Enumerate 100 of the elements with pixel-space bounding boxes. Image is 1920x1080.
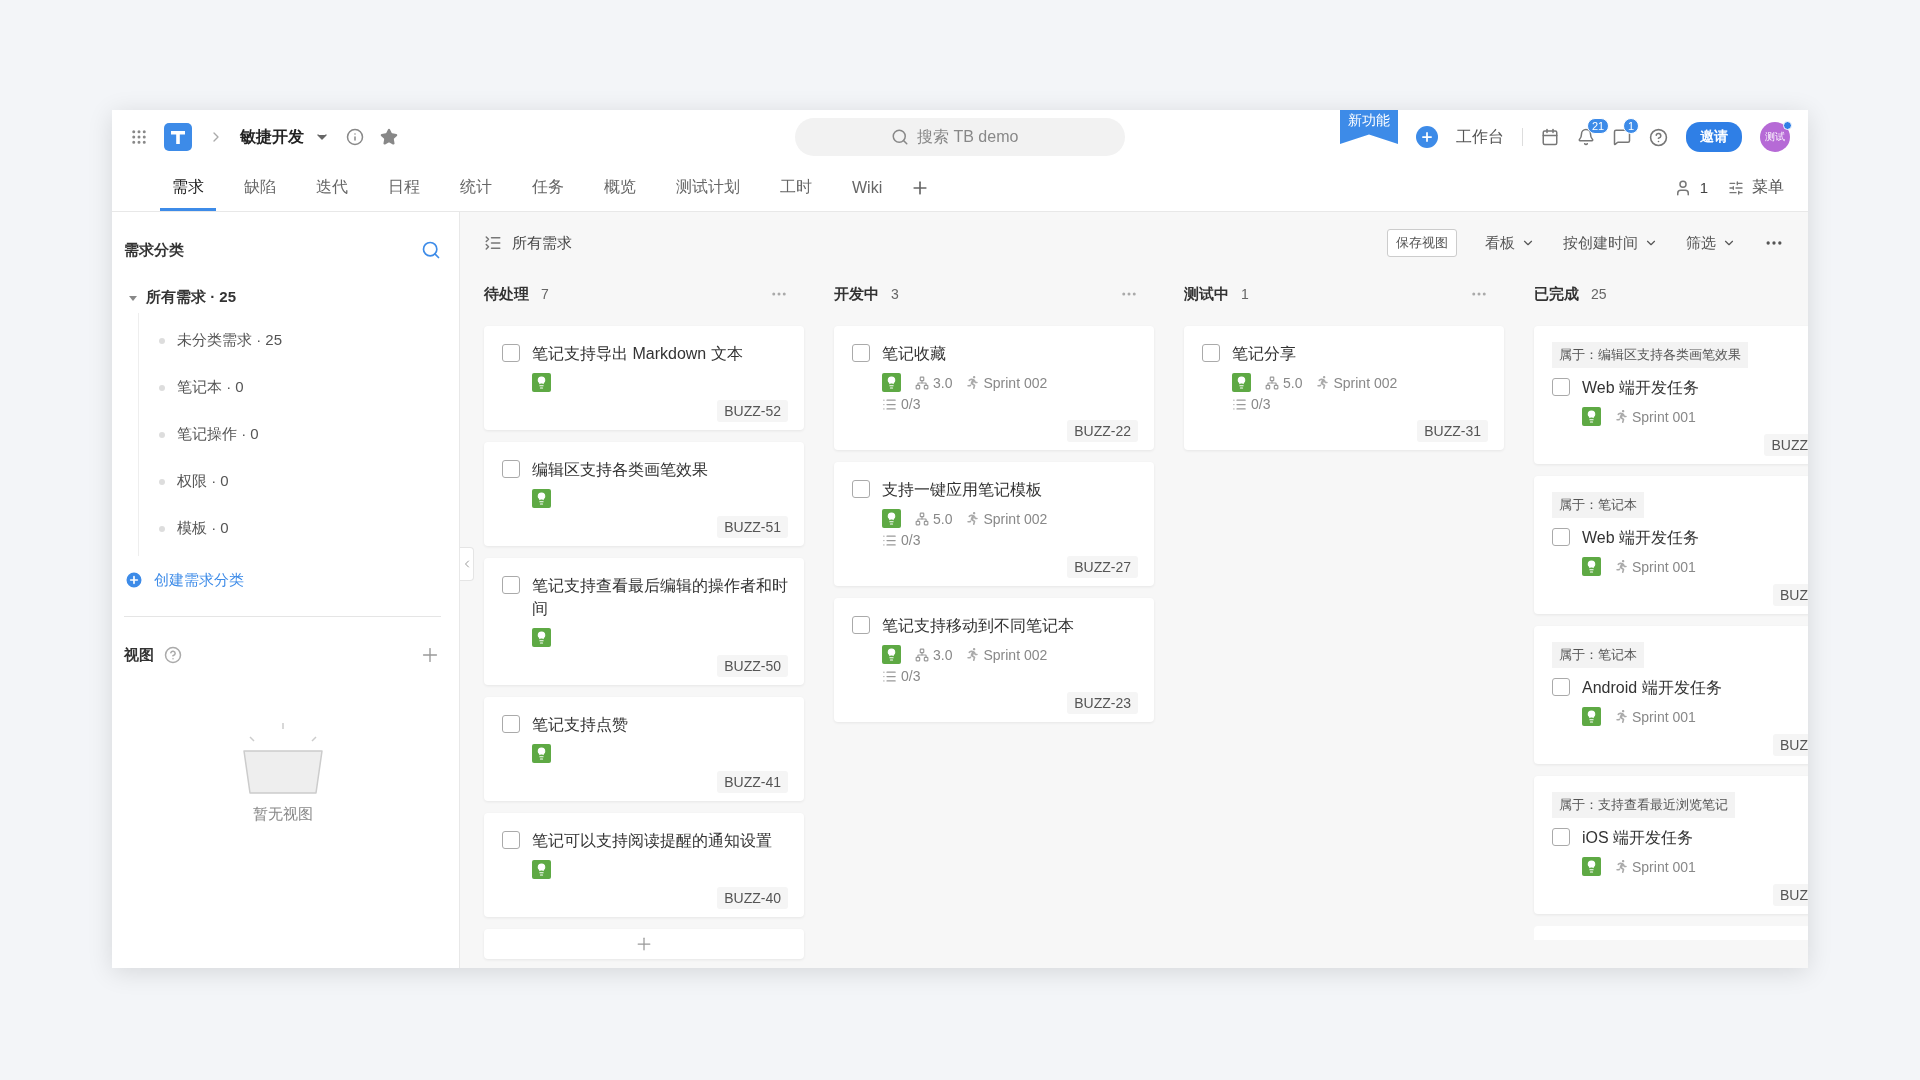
tab[interactable]: 缺陷 <box>232 164 288 211</box>
card-title: 笔记可以支持阅读提醒的通知设置 <box>532 831 772 851</box>
help-icon[interactable] <box>1649 127 1668 147</box>
bell-icon[interactable] <box>1577 128 1595 146</box>
checkbox[interactable] <box>1552 378 1570 396</box>
task-card[interactable]: 笔记分享 5.0 Sprint 002 0/3 BUZZ-31 <box>1184 326 1504 450</box>
menu-link[interactable]: 菜单 <box>1752 177 1784 198</box>
runner-icon <box>1615 410 1628 423</box>
parent-tag: 属于：编辑区支持各类画笔效果 <box>1552 342 1748 368</box>
list-collapse-icon[interactable] <box>484 234 502 252</box>
task-card[interactable]: 属于：支持查看最近浏览笔记 iOS 端开发任务 Sprint 001 BUZ <box>1534 776 1808 914</box>
card-title: 笔记收藏 <box>882 344 946 364</box>
tab[interactable]: 测试计划 <box>664 164 752 211</box>
collapse-handle[interactable] <box>460 547 474 581</box>
task-card[interactable]: 笔记支持点赞 BUZZ-41 <box>484 697 804 801</box>
runner-icon <box>966 648 980 661</box>
checkbox[interactable] <box>852 344 870 362</box>
calendar-icon[interactable] <box>1541 128 1559 146</box>
subtask-count: 0/3 <box>1251 396 1271 412</box>
checkbox[interactable] <box>502 460 520 478</box>
card-title: Web 端开发任务 <box>1582 528 1700 548</box>
task-card[interactable]: 笔记收藏 3.0 Sprint 002 0/3 BUZZ-22 <box>834 326 1154 450</box>
sprint-label: Sprint 002 <box>983 510 1048 527</box>
story-points: 3.0 <box>933 374 953 391</box>
tree-item[interactable]: 笔记操作 · 0 <box>139 411 265 458</box>
subtask-count: 0/3 <box>901 396 921 412</box>
sprint-label: Sprint 001 <box>1632 858 1696 875</box>
task-card[interactable]: 属于：笔记本 Android 端开发任务 Sprint 001 BUZ <box>1534 626 1808 764</box>
tree-item[interactable]: 未分类需求 · 25 <box>139 317 288 364</box>
save-view-button[interactable]: 保存视图 <box>1387 229 1457 257</box>
member-count: 1 <box>1699 179 1708 196</box>
column-title: 开发中 <box>834 284 879 304</box>
tab[interactable]: 概览 <box>592 164 648 211</box>
help-icon[interactable] <box>164 646 182 664</box>
filter-dropdown[interactable]: 筛选 <box>1686 233 1736 253</box>
tab[interactable]: 需求 <box>160 164 216 211</box>
tab[interactable]: 日程 <box>376 164 432 211</box>
plus-icon <box>1420 130 1434 144</box>
card-title: Android 端开发任务 <box>1582 678 1722 698</box>
column-count: 1 <box>1241 286 1249 302</box>
lightbulb-icon <box>882 645 901 664</box>
star-icon[interactable] <box>380 128 398 146</box>
checkbox[interactable] <box>1552 678 1570 696</box>
tab[interactable]: 迭代 <box>304 164 360 211</box>
runner-icon <box>966 376 980 389</box>
checkbox[interactable] <box>1552 828 1570 846</box>
task-card[interactable]: 笔记支持移动到不同笔记本 3.0 Sprint 002 0/3 BUZZ-23 <box>834 598 1154 722</box>
card-title: Web 端开发任务 <box>1582 378 1700 398</box>
task-id: BUZZ-51 <box>717 516 788 538</box>
task-card[interactable]: 笔记支持导出 Markdown 文本 BUZZ-52 <box>484 326 804 430</box>
search-icon[interactable] <box>421 240 441 260</box>
lightbulb-icon <box>1582 857 1601 876</box>
checkbox[interactable] <box>502 715 520 733</box>
create-category-link[interactable]: 创建需求分类 <box>124 556 441 616</box>
tab[interactable]: 工时 <box>768 164 824 211</box>
checkbox[interactable] <box>852 616 870 634</box>
sliders-icon[interactable] <box>1728 179 1744 196</box>
logo-icon[interactable] <box>164 123 192 151</box>
checkbox[interactable] <box>852 480 870 498</box>
runner-icon <box>966 512 980 525</box>
task-card[interactable]: 支持一键应用笔记模板 5.0 Sprint 002 0/3 BUZZ-27 <box>834 462 1154 586</box>
checkbox[interactable] <box>502 344 520 362</box>
tree-item[interactable]: 模板 · 0 <box>139 505 235 552</box>
task-card[interactable]: 属于：编辑区支持各类画笔效果 Web 端开发任务 Sprint 001 BUZZ <box>1534 326 1808 464</box>
apps-grid-icon[interactable] <box>130 128 148 146</box>
message-icon[interactable] <box>1613 128 1631 146</box>
board-title: 所有需求 <box>512 233 572 253</box>
tree-item[interactable]: 笔记本 · 0 <box>139 364 250 411</box>
tab[interactable]: 任务 <box>520 164 576 211</box>
column-count: 3 <box>891 286 899 302</box>
lightbulb-icon <box>882 373 901 392</box>
task-id: BUZZ-31 <box>1417 420 1488 442</box>
view-dropdown[interactable]: 看板 <box>1485 233 1535 253</box>
sprint-label: Sprint 001 <box>1632 408 1696 425</box>
lightbulb-icon <box>1582 707 1601 726</box>
task-card[interactable]: 属于：笔记本 Web 端开发任务 Sprint 001 BUZ <box>1534 476 1808 614</box>
notification-count: 21 <box>1587 118 1610 134</box>
sort-dropdown[interactable]: 按创建时间 <box>1563 233 1658 253</box>
search-icon <box>891 128 909 146</box>
checkbox[interactable] <box>1552 528 1570 546</box>
checkbox[interactable] <box>1202 344 1220 362</box>
tab[interactable]: 统计 <box>448 164 504 211</box>
task-id: BUZZ <box>1764 434 1808 456</box>
project-name[interactable]: 敏捷开发 <box>240 126 304 148</box>
task-card[interactable]: 编辑区支持各类画笔效果 BUZZ-51 <box>484 442 804 546</box>
tree-item[interactable]: 权限 · 0 <box>139 458 235 505</box>
card-title: 笔记支持导出 Markdown 文本 <box>532 344 743 364</box>
list-icon <box>882 396 897 412</box>
workbench-link[interactable]: 工作台 <box>1456 126 1504 148</box>
tree-item[interactable]: 所有需求 · 25 <box>124 282 441 313</box>
invite-button[interactable]: 邀请 <box>1686 122 1742 152</box>
add-button[interactable] <box>1416 126 1438 148</box>
task-card[interactable]: 笔记支持查看最后编辑的操作者和时间 BUZZ-50 <box>484 558 804 685</box>
checkbox[interactable] <box>502 831 520 849</box>
tab[interactable]: Wiki <box>840 164 895 211</box>
search-field[interactable]: 搜索 TB demo <box>795 118 1125 156</box>
info-icon[interactable] <box>346 128 364 146</box>
sidebar-title: 需求分类 <box>124 240 184 260</box>
task-card[interactable]: 笔记可以支持阅读提醒的通知设置 BUZZ-40 <box>484 813 804 917</box>
checkbox[interactable] <box>502 576 520 594</box>
